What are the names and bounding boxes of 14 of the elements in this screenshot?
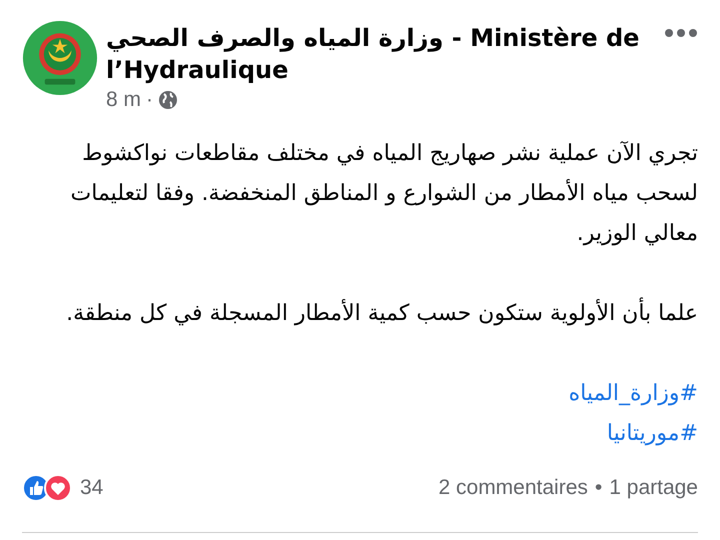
separator: ·	[146, 88, 154, 112]
shares-link[interactable]: 1 partage	[609, 476, 698, 500]
emblem-icon[interactable]	[22, 20, 98, 96]
page-name[interactable]: وزارة المياه والصرف الصحي - Ministère de l’Hydraulique	[106, 22, 656, 86]
reaction-count[interactable]: 34	[80, 476, 104, 500]
hashtag-link[interactable]: #وزارة_المياه	[568, 374, 698, 414]
separator: •	[594, 476, 602, 500]
more-icon[interactable]	[664, 28, 698, 38]
globe-icon	[158, 90, 178, 110]
post-paragraph: علما بأن الأولوية ستكون حسب كمية الأمطار المسجلة في كل منطقة.	[22, 294, 698, 334]
hashtag-link[interactable]: #موريتانيا	[606, 414, 698, 454]
comments-link[interactable]: 2 commentaires	[438, 476, 588, 500]
post-time[interactable]: 8 m	[106, 88, 142, 112]
post-paragraph: تجري الآن عملية نشر صهاريج المياه في مختلف مقاطعات نواكشوط لسحب مياه الأمطار من الشوارع و المناطق المنخفضة. وفقا لتعليمات معالي الوزير.	[70, 140, 698, 248]
